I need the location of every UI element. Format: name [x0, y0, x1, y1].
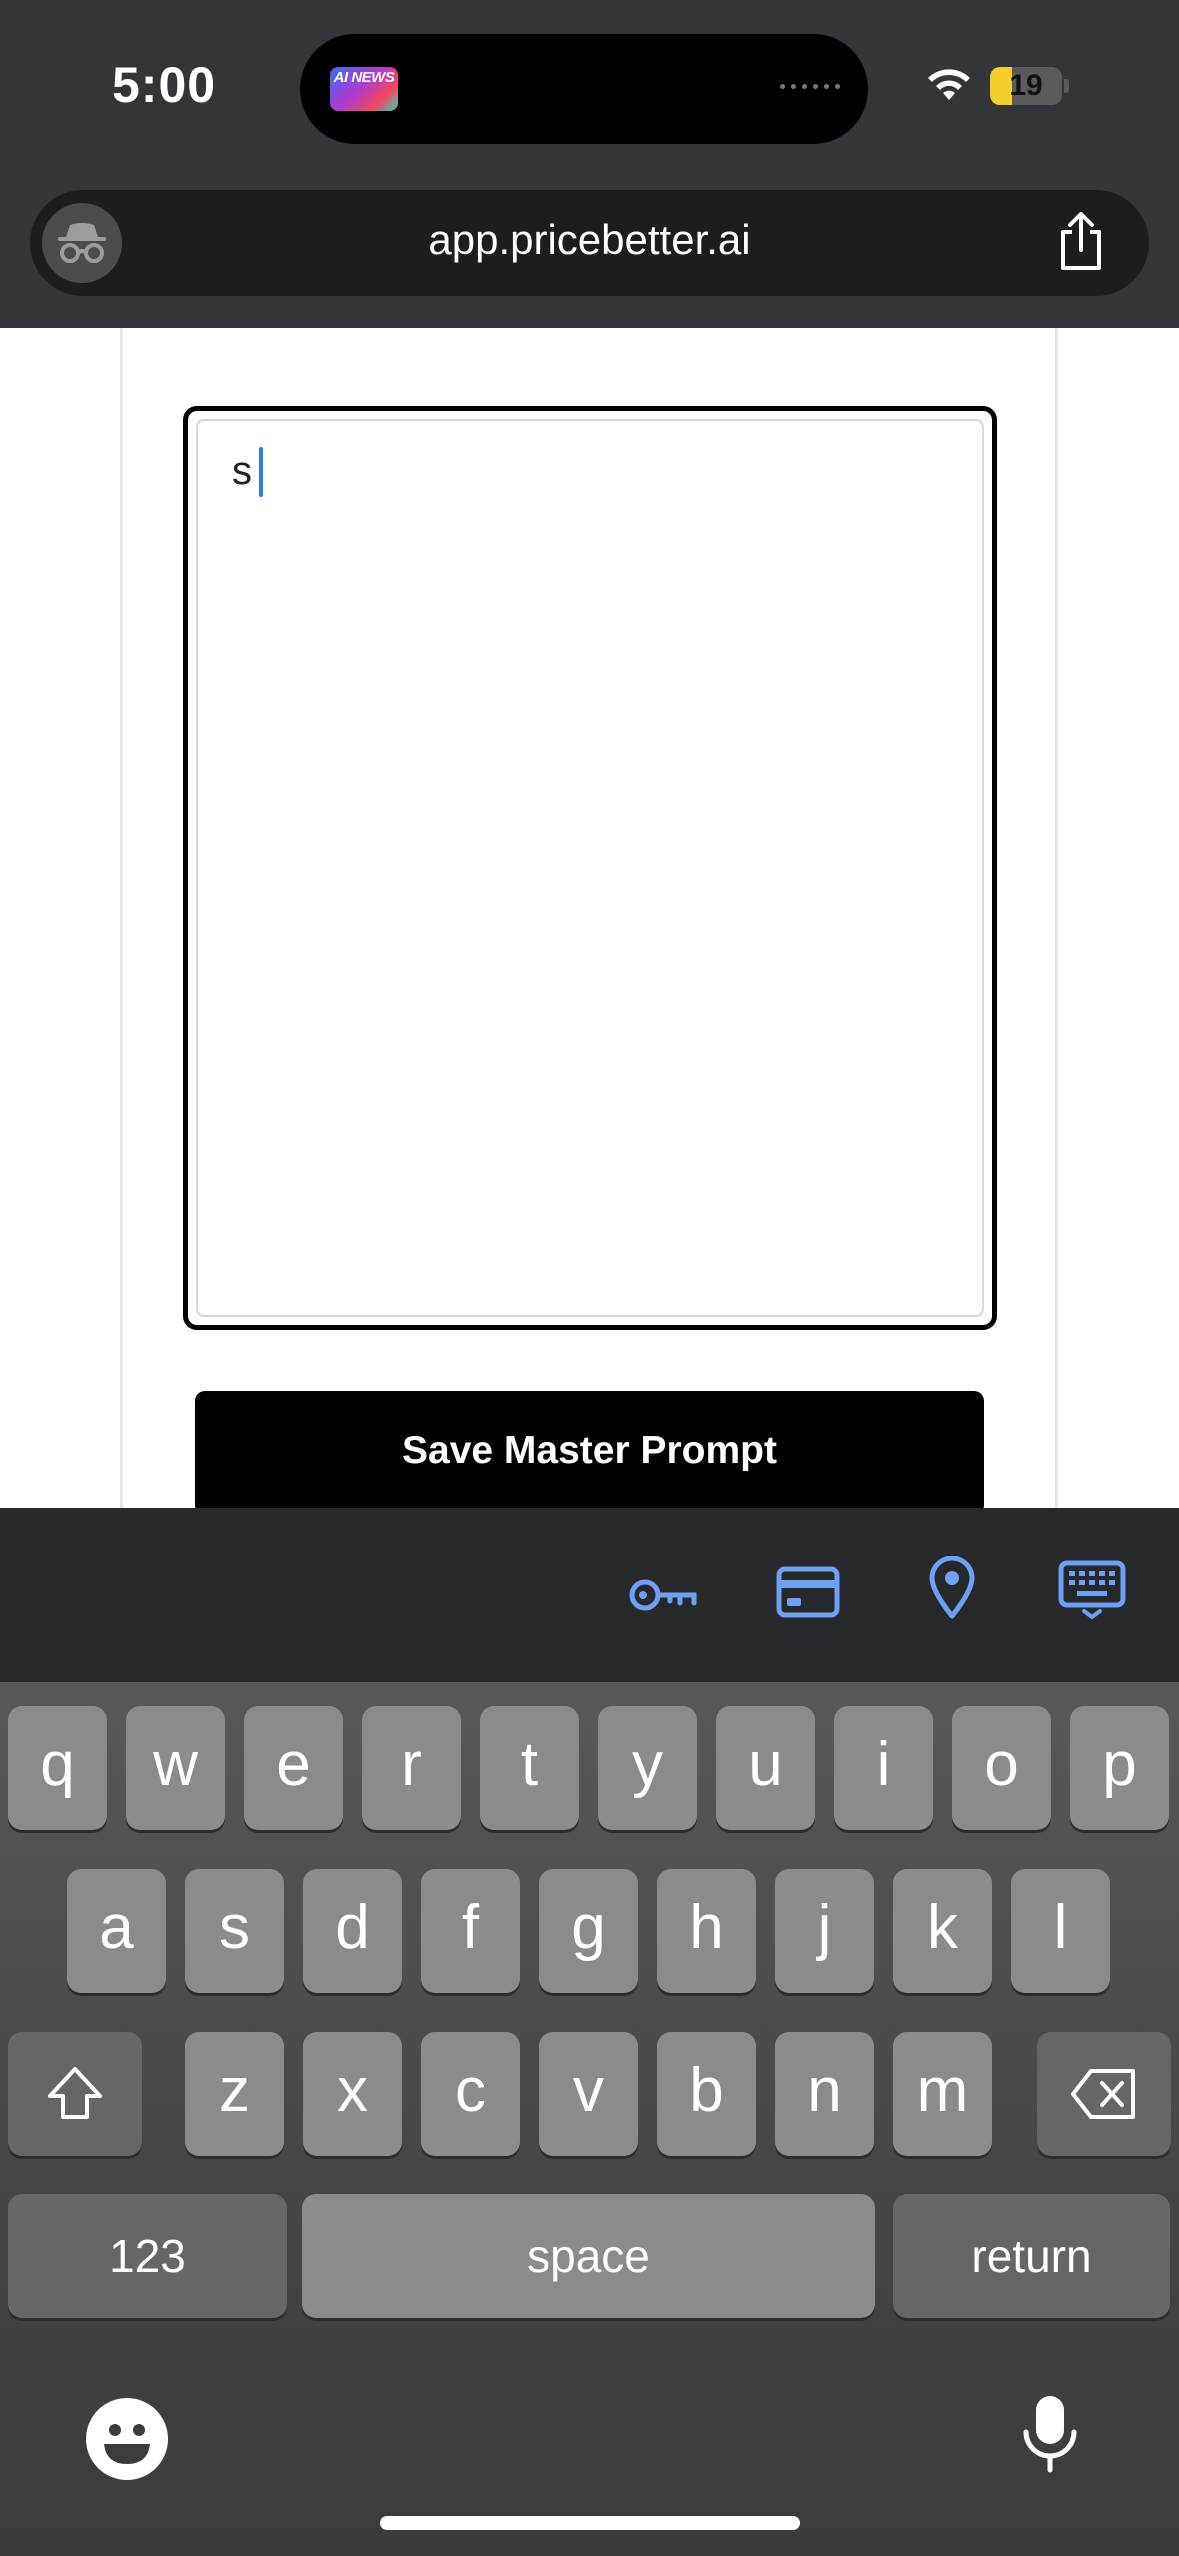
- now-playing-artwork: AI NEWS: [330, 67, 398, 111]
- numbers-key[interactable]: 123: [8, 2194, 287, 2318]
- key-m[interactable]: m: [893, 2032, 992, 2156]
- keyboard: qwertyuiop asdfghjkl zxcvbnm 123 space r…: [0, 1682, 1179, 2556]
- key-i[interactable]: i: [834, 1706, 933, 1830]
- key-x[interactable]: x: [303, 2032, 402, 2156]
- emoji-icon[interactable]: [86, 2398, 168, 2480]
- key-o[interactable]: o: [952, 1706, 1051, 1830]
- key-j[interactable]: j: [775, 1869, 874, 1993]
- address-bar[interactable]: app.pricebetter.ai: [30, 190, 1149, 296]
- battery-icon: 19: [990, 67, 1070, 105]
- key-w[interactable]: w: [126, 1706, 225, 1830]
- island-app-label: AI NEWS: [333, 69, 395, 86]
- credit-card-icon[interactable]: [776, 1566, 840, 1618]
- keyboard-icon[interactable]: [1058, 1560, 1126, 1620]
- key-f[interactable]: f: [421, 1869, 520, 1993]
- key-h[interactable]: h: [657, 1869, 756, 1993]
- delete-key[interactable]: [1037, 2032, 1171, 2156]
- key-k[interactable]: k: [893, 1869, 992, 1993]
- key-a[interactable]: a: [67, 1869, 166, 1993]
- battery-level: 19: [1009, 69, 1043, 102]
- key-r[interactable]: r: [362, 1706, 461, 1830]
- status-time: 5:00: [112, 57, 217, 113]
- key-q[interactable]: q: [8, 1706, 107, 1830]
- key-t[interactable]: t: [480, 1706, 579, 1830]
- key-l[interactable]: l: [1011, 1869, 1110, 1993]
- web-page: s Save Master Prompt: [0, 328, 1179, 1508]
- textarea-value: s: [232, 449, 252, 493]
- url-text[interactable]: app.pricebetter.ai: [30, 216, 1149, 264]
- shift-key[interactable]: [8, 2032, 142, 2156]
- key-y[interactable]: y: [598, 1706, 697, 1830]
- share-icon[interactable]: [1055, 210, 1107, 272]
- keyboard-accessory-bar: [0, 1508, 1179, 1682]
- key-u[interactable]: u: [716, 1706, 815, 1830]
- microphone-icon[interactable]: [1020, 2392, 1080, 2474]
- key-n[interactable]: n: [775, 2032, 874, 2156]
- return-key[interactable]: return: [893, 2194, 1170, 2318]
- dynamic-island[interactable]: AI NEWS: [300, 34, 868, 144]
- textarea-inner: [196, 419, 984, 1317]
- key-v[interactable]: v: [539, 2032, 638, 2156]
- key-s[interactable]: s: [185, 1869, 284, 1993]
- location-pin-icon[interactable]: [928, 1556, 976, 1620]
- key-c[interactable]: c: [421, 2032, 520, 2156]
- space-key[interactable]: space: [302, 2194, 875, 2318]
- master-prompt-textarea[interactable]: s: [183, 406, 997, 1330]
- key-z[interactable]: z: [185, 2032, 284, 2156]
- key-g[interactable]: g: [539, 1869, 638, 1993]
- save-master-prompt-button[interactable]: Save Master Prompt: [195, 1391, 984, 1508]
- home-indicator: [380, 2516, 800, 2530]
- key-b[interactable]: b: [657, 2032, 756, 2156]
- key-d[interactable]: d: [303, 1869, 402, 1993]
- island-activity-dots: [780, 84, 840, 89]
- wifi-icon: [928, 69, 970, 100]
- key-icon[interactable]: [628, 1570, 698, 1620]
- key-e[interactable]: e: [244, 1706, 343, 1830]
- key-p[interactable]: p: [1070, 1706, 1169, 1830]
- text-caret: [259, 447, 263, 497]
- status-bar: 5:00 AI NEWS 19: [0, 0, 1179, 180]
